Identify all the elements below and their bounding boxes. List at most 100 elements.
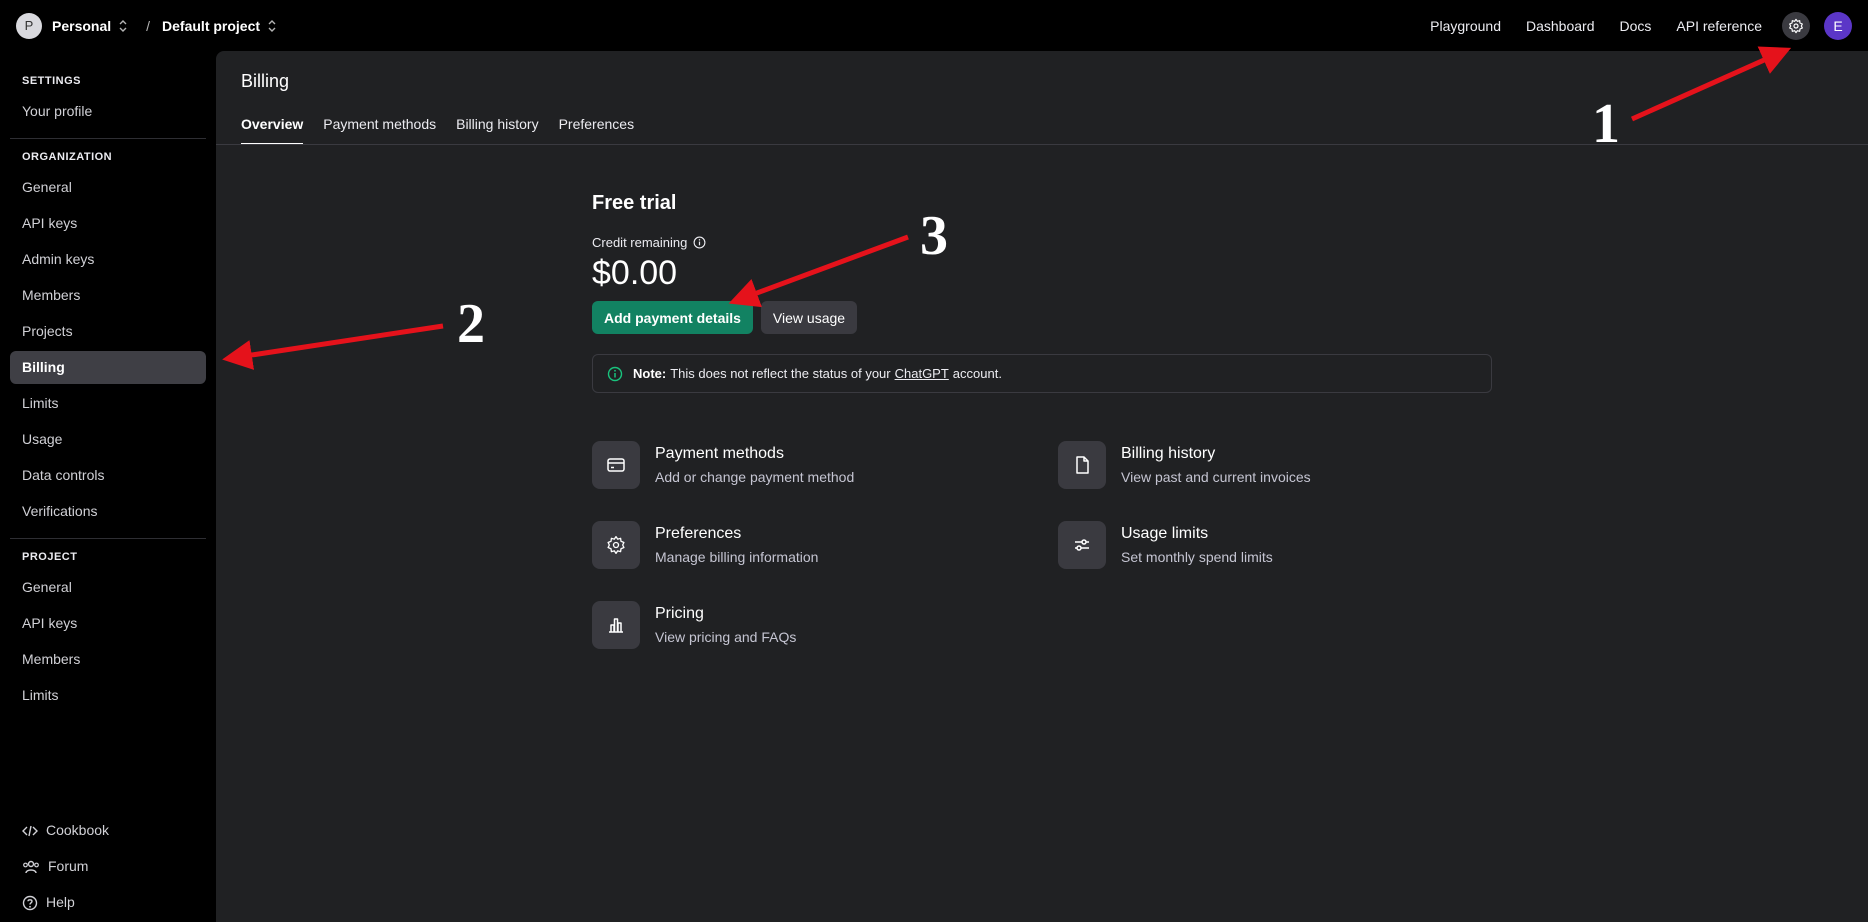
chevron-updown-icon (268, 19, 276, 32)
sidebar-divider (10, 538, 206, 539)
annotation-label-1: 1 (1592, 93, 1620, 155)
sidebar-item-project-api-keys[interactable]: API keys (10, 607, 206, 640)
document-icon (1076, 456, 1089, 474)
billing-cards: Payment methods Add or change payment me… (592, 441, 1492, 661)
sidebar-item-cookbook[interactable]: Cookbook (10, 814, 206, 847)
sidebar: SETTINGS Your profile ORGANIZATION Gener… (0, 51, 216, 922)
project-name: Default project (162, 17, 261, 34)
sidebar-item-admin-keys[interactable]: Admin keys (10, 243, 206, 276)
card-icon-box (592, 601, 640, 649)
breadcrumb-separator: / (146, 17, 151, 34)
card-usage-limits[interactable]: Usage limits Set monthly spend limits (1058, 521, 1273, 569)
billing-overview: Free trial Credit remaining $0.00 Add pa… (592, 192, 1492, 661)
chatgpt-link[interactable]: ChatGPT (895, 366, 949, 381)
sidebar-item-general[interactable]: General (10, 171, 206, 204)
credit-label-row: Credit remaining (592, 235, 1492, 250)
card-icon-box (1058, 521, 1106, 569)
users-icon (23, 860, 39, 873)
plan-name: Free trial (592, 192, 677, 214)
note-text: This does not reflect the status of your (670, 366, 891, 381)
add-payment-details-button[interactable]: Add payment details (592, 301, 753, 334)
tab-billing-history[interactable]: Billing history (456, 116, 538, 145)
tabs-divider (216, 144, 1868, 145)
sidebar-item-data-controls[interactable]: Data controls (10, 459, 206, 492)
card-title: Pricing (655, 605, 704, 622)
page-title: Billing (241, 71, 290, 91)
sidebar-item-billing[interactable]: Billing (10, 351, 206, 384)
gear-icon (1789, 18, 1803, 33)
card-title: Preferences (655, 525, 742, 542)
organization-heading: ORGANIZATION (22, 151, 113, 163)
card-subtitle: View pricing and FAQs (655, 629, 797, 645)
settings-heading: SETTINGS (22, 75, 82, 87)
note-text-after: account. (952, 366, 1002, 381)
sidebar-item-project-general[interactable]: General (10, 571, 206, 604)
nav-dashboard[interactable]: Dashboard (1526, 18, 1595, 34)
tab-payment-methods[interactable]: Payment methods (323, 116, 436, 145)
sidebar-item-your-profile[interactable]: Your profile (10, 95, 206, 128)
card-preferences[interactable]: Preferences Manage billing information (592, 521, 818, 569)
code-icon (22, 825, 38, 836)
sidebar-item-members[interactable]: Members (10, 279, 206, 312)
nav-api-reference[interactable]: API reference (1676, 18, 1762, 34)
card-title: Usage limits (1121, 525, 1209, 542)
card-icon-box (592, 441, 640, 489)
sidebar-item-help[interactable]: Help (10, 886, 206, 919)
sidebar-divider (10, 138, 206, 139)
tab-preferences[interactable]: Preferences (559, 116, 634, 145)
sidebar-item-projects[interactable]: Projects (10, 315, 206, 348)
settings-button[interactable] (1782, 11, 1810, 40)
card-payment-methods[interactable]: Payment methods Add or change payment me… (592, 441, 854, 489)
card-subtitle: Set monthly spend limits (1121, 549, 1273, 565)
top-bar: P Personal / Default project Playground … (0, 0, 1868, 51)
credit-value: $0.00 (592, 254, 678, 292)
forum-label: Forum (48, 858, 89, 874)
billing-tabs: Overview Payment methods Billing history… (241, 116, 654, 145)
info-icon (607, 366, 623, 381)
nav-playground[interactable]: Playground (1430, 18, 1501, 34)
help-icon (22, 895, 38, 910)
sidebar-item-usage[interactable]: Usage (10, 423, 206, 456)
top-nav: Playground Dashboard Docs API reference … (1405, 11, 1852, 40)
card-title: Billing history (1121, 445, 1216, 462)
chatgpt-note: Note: This does not reflect the status o… (592, 354, 1492, 393)
note-prefix: Note: (633, 366, 667, 381)
credit-card-icon (607, 458, 625, 472)
card-billing-history[interactable]: Billing history View past and current in… (1058, 441, 1311, 489)
card-subtitle: Manage billing information (655, 549, 819, 565)
annotation-label-2: 2 (457, 293, 485, 355)
sidebar-item-project-members[interactable]: Members (10, 643, 206, 676)
sidebar-item-api-keys[interactable]: API keys (10, 207, 206, 240)
user-avatar[interactable]: E (1824, 11, 1852, 40)
info-icon[interactable] (693, 236, 706, 249)
nav-docs[interactable]: Docs (1619, 18, 1651, 34)
cookbook-label: Cookbook (46, 822, 110, 838)
card-pricing[interactable]: Pricing View pricing and FAQs (592, 601, 796, 649)
card-subtitle: View past and current invoices (1121, 469, 1311, 485)
org-switcher[interactable]: Personal (52, 18, 128, 34)
card-title: Payment methods (655, 445, 784, 462)
org-name: Personal (52, 17, 112, 34)
bar-chart-icon (609, 618, 623, 633)
annotation-label-3: 3 (920, 205, 948, 267)
tab-overview[interactable]: Overview (241, 116, 304, 145)
chevron-updown-icon (119, 19, 127, 32)
help-label: Help (46, 894, 75, 910)
billing-actions: Add payment details View usage (592, 301, 1492, 334)
card-icon-box (1058, 441, 1106, 489)
org-avatar[interactable]: P (16, 12, 42, 39)
gear-icon (607, 536, 625, 554)
main-panel: Billing Overview Payment methods Billing… (216, 51, 1868, 922)
card-subtitle: Add or change payment method (655, 469, 855, 485)
sidebar-item-forum[interactable]: Forum (10, 850, 206, 883)
card-icon-box (592, 521, 640, 569)
sidebar-item-project-limits[interactable]: Limits (10, 679, 206, 712)
sliders-icon (1075, 539, 1089, 551)
credit-label: Credit remaining (592, 235, 688, 250)
sidebar-footer: Cookbook Forum Help (10, 814, 206, 922)
project-switcher[interactable]: Default project (162, 18, 277, 34)
sidebar-item-verifications[interactable]: Verifications (10, 495, 206, 528)
project-heading: PROJECT (22, 551, 78, 563)
view-usage-button[interactable]: View usage (760, 301, 858, 334)
sidebar-item-limits[interactable]: Limits (10, 387, 206, 420)
